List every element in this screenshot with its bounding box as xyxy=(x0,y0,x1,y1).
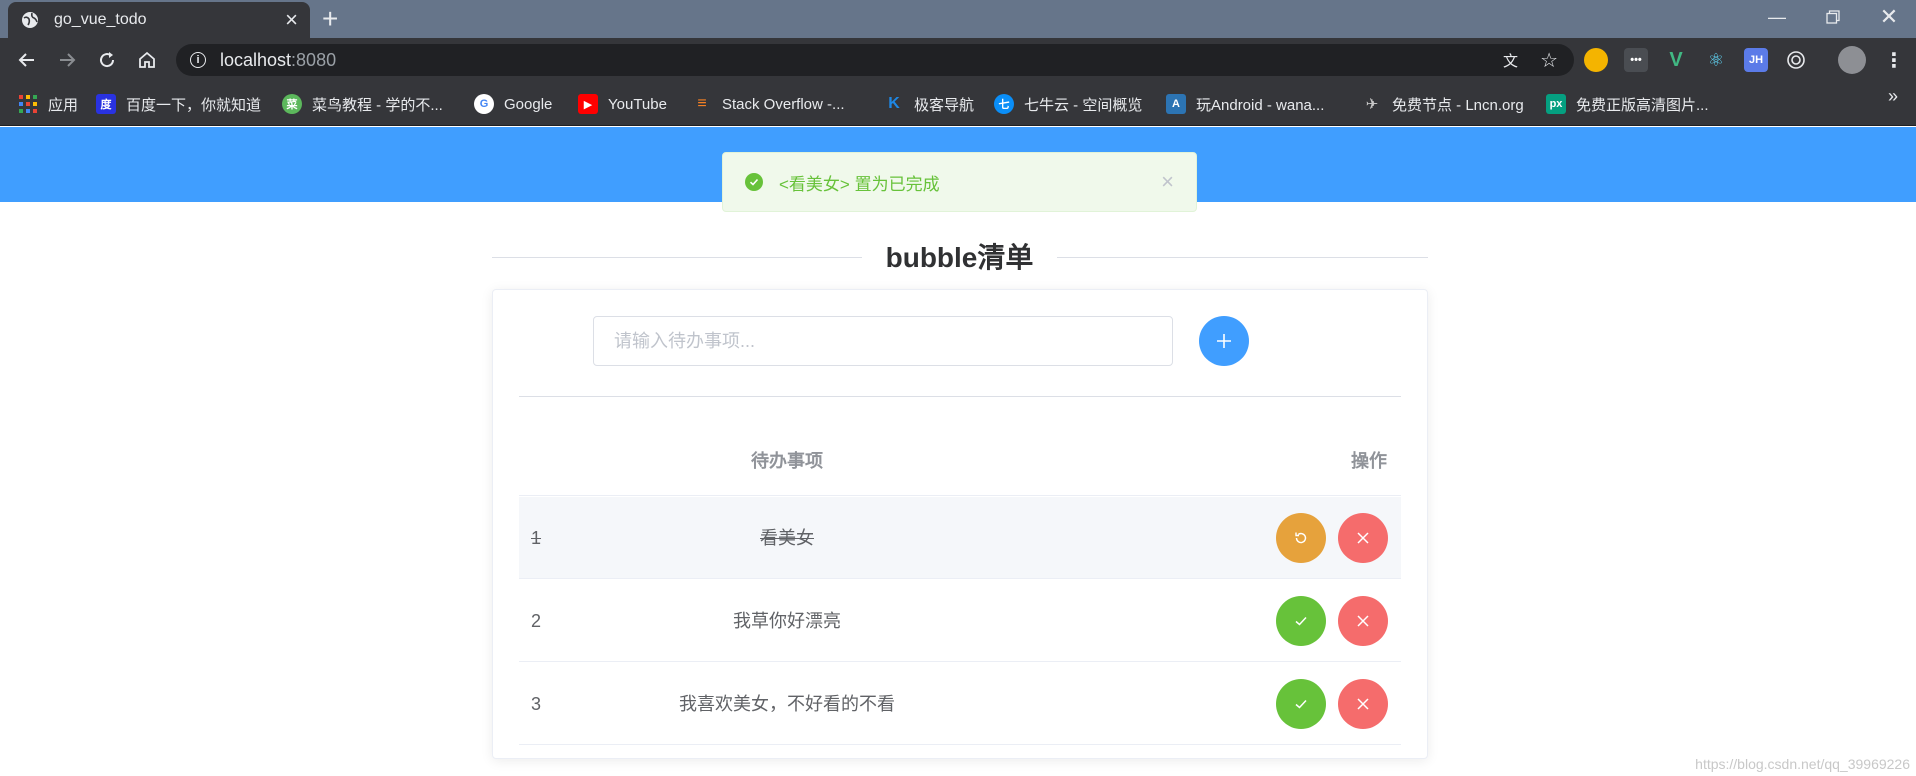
home-icon[interactable] xyxy=(132,45,162,75)
bookmark-baidu[interactable]: 度 百度一下，你就知道 xyxy=(96,82,261,126)
star-icon[interactable]: ☆ xyxy=(1540,48,1558,73)
watermark: https://blog.csdn.net/qq_39969226 xyxy=(1695,756,1910,772)
bookmarks-overflow-icon[interactable]: » xyxy=(1888,86,1898,107)
pixabay-icon: px xyxy=(1546,94,1566,114)
bookmark-google[interactable]: G Google xyxy=(474,82,552,126)
table-row: 2 我草你好漂亮 xyxy=(519,580,1401,662)
url-port: :8080 xyxy=(291,49,337,70)
bookmark-label: Stack Overflow -... xyxy=(722,95,845,113)
bookmark-jike[interactable]: K 极客导航 xyxy=(884,82,974,126)
extension-dots-icon[interactable]: ••• xyxy=(1624,48,1648,72)
header-action: 操作 xyxy=(1351,451,1387,471)
avatar[interactable] xyxy=(1838,46,1866,74)
todo-input[interactable] xyxy=(593,316,1173,366)
jh-extension-icon[interactable]: JH xyxy=(1744,48,1768,72)
bookmark-label: 极客导航 xyxy=(914,96,975,114)
android-icon: A xyxy=(1166,94,1186,114)
message-close-icon[interactable]: × xyxy=(1161,171,1174,193)
apps-grid-icon xyxy=(18,94,38,114)
translate-icon[interactable]: 文 xyxy=(1503,50,1518,71)
table-row: 3 我喜欢美女，不好看的不看 xyxy=(519,663,1401,745)
bookmark-label: 免费节点 - Lncn.org xyxy=(1392,96,1524,114)
message-text: <看美女> 置为已完成 xyxy=(779,174,940,194)
plus-icon xyxy=(1217,334,1231,348)
close-icon xyxy=(1357,698,1369,710)
tab-strip: go_vue_todo × + — ✕ xyxy=(0,0,1916,38)
bookmark-pixabay[interactable]: px 免费正版高清图片... xyxy=(1546,82,1709,126)
bookmark-apps[interactable]: 应用 xyxy=(18,82,78,126)
bookmark-label: 免费正版高清图片... xyxy=(1576,96,1709,114)
header-todo-item: 待办事项 xyxy=(751,451,823,471)
menu-dots-icon[interactable]: ⋮ xyxy=(1882,48,1906,72)
row-item-text: 看美女 xyxy=(760,528,814,548)
bookmark-label: 百度一下，你就知道 xyxy=(126,96,262,114)
info-icon[interactable]: i xyxy=(190,52,206,68)
complete-button[interactable] xyxy=(1276,679,1326,729)
check-circle-icon xyxy=(745,173,763,191)
bookmark-qiniu[interactable]: 七 七牛云 - 空间概览 xyxy=(994,82,1142,126)
target-extension-icon[interactable] xyxy=(1784,48,1808,72)
refresh-icon xyxy=(1295,532,1307,544)
bookmark-label: 菜鸟教程 - 学的不... xyxy=(312,96,443,114)
check-icon xyxy=(1295,699,1307,709)
close-icon xyxy=(1357,532,1369,544)
stackoverflow-icon: ≡ xyxy=(697,95,707,112)
row-item-text: 我喜欢美女，不好看的不看 xyxy=(679,694,895,714)
tab-close-icon[interactable]: × xyxy=(285,9,298,31)
minimize-icon[interactable]: — xyxy=(1750,0,1804,34)
browser-tab[interactable]: go_vue_todo × xyxy=(8,2,310,38)
restore-icon[interactable] xyxy=(1806,0,1860,34)
qiniu-icon: 七 xyxy=(994,94,1014,114)
extension-color-icon[interactable] xyxy=(1584,48,1608,72)
close-icon xyxy=(1357,615,1369,627)
undo-button[interactable] xyxy=(1276,513,1326,563)
row-item-text: 我草你好漂亮 xyxy=(733,611,841,631)
table-row: 1 看美女 xyxy=(519,497,1401,579)
forward-icon[interactable] xyxy=(52,45,82,75)
bookmark-label: 玩Android - wana... xyxy=(1196,96,1325,114)
bookmark-runoob[interactable]: 菜 菜鸟教程 - 学的不... xyxy=(282,82,443,126)
vue-devtools-icon[interactable]: V xyxy=(1664,48,1688,72)
new-tab-icon[interactable]: + xyxy=(322,4,338,34)
back-icon[interactable] xyxy=(12,45,42,75)
table-header: 待办事项 操作 xyxy=(519,426,1401,496)
bookmark-label: 七牛云 - 空间概览 xyxy=(1024,96,1143,114)
bookmark-youtube[interactable]: ▶ YouTube xyxy=(578,82,667,126)
address-bar[interactable]: i localhost:8080 文 ☆ xyxy=(176,44,1574,76)
bookmark-lncn[interactable]: ✈ 免费节点 - Lncn.org xyxy=(1362,82,1524,126)
tab-title: go_vue_todo xyxy=(54,11,147,28)
globe-icon xyxy=(20,10,40,30)
complete-button[interactable] xyxy=(1276,596,1326,646)
react-devtools-icon[interactable]: ⚛ xyxy=(1704,48,1728,72)
baidu-icon: 度 xyxy=(96,94,116,114)
todo-card: 待办事项 操作 1 看美女 2 我草你好漂亮 3 我喜欢美女，不好看的不看 xyxy=(492,289,1428,759)
delete-button[interactable] xyxy=(1338,679,1388,729)
success-message: <看美女> 置为已完成 × xyxy=(722,152,1197,212)
delete-button[interactable] xyxy=(1338,596,1388,646)
jike-icon: K xyxy=(888,95,900,112)
delete-button[interactable] xyxy=(1338,513,1388,563)
youtube-icon: ▶ xyxy=(578,94,598,114)
check-icon xyxy=(1295,616,1307,626)
bookmark-label: Google xyxy=(504,95,553,113)
paper-plane-icon: ✈ xyxy=(1365,96,1379,113)
bookmarks-bar: 应用 度 百度一下，你就知道 菜 菜鸟教程 - 学的不... G Google … xyxy=(0,82,1916,126)
bookmark-label: 应用 xyxy=(48,96,79,114)
runoob-icon: 菜 xyxy=(282,94,302,114)
window-close-icon[interactable]: ✕ xyxy=(1862,0,1916,34)
browser-toolbar: i localhost:8080 文 ☆ ••• V ⚛ JH ⋮ xyxy=(0,38,1916,82)
reload-icon[interactable] xyxy=(92,45,122,75)
url-host: localhost xyxy=(220,49,292,70)
card-divider xyxy=(519,396,1401,397)
google-icon: G xyxy=(474,94,494,114)
bookmark-wanandroid[interactable]: A 玩Android - wana... xyxy=(1166,82,1324,126)
page-title: bubble清单 xyxy=(862,238,1057,278)
bookmark-label: YouTube xyxy=(608,95,667,113)
bookmark-stackoverflow[interactable]: ≡ Stack Overflow -... xyxy=(692,82,845,126)
add-todo-button[interactable] xyxy=(1199,316,1249,366)
